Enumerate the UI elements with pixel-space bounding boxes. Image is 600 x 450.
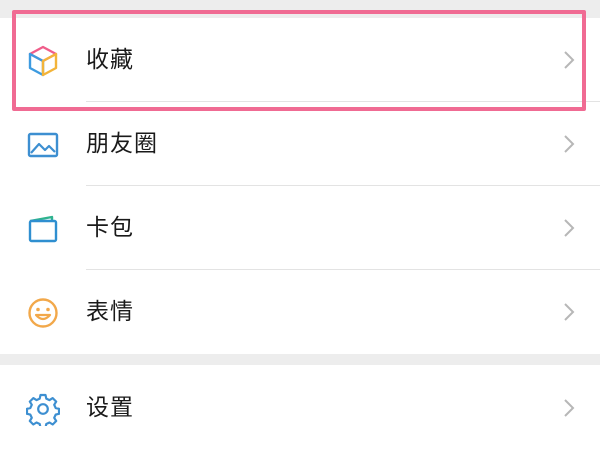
menu-item-moments[interactable]: 朋友圈: [0, 102, 600, 186]
top-gap: [0, 0, 600, 18]
menu-item-favorites-label: 收藏: [86, 47, 134, 73]
card-wallet-icon: [26, 212, 60, 246]
chevron-right-icon: [562, 50, 576, 70]
menu-item-moments-label: 朋友圈: [86, 131, 158, 157]
menu-item-card-wallet[interactable]: 卡包: [0, 186, 600, 270]
chevron-right-icon: [562, 398, 576, 418]
chevron-right-icon: [562, 302, 576, 322]
chevron-right-icon: [562, 218, 576, 238]
moments-image-icon: [26, 128, 60, 162]
menu-item-stickers-label: 表情: [86, 299, 134, 325]
menu-item-stickers[interactable]: 表情: [0, 270, 600, 354]
menu-item-settings-label: 设置: [86, 395, 134, 421]
menu-item-favorites[interactable]: 收藏: [0, 18, 600, 102]
menu-item-card-wallet-label: 卡包: [86, 215, 134, 241]
sticker-smiley-icon: [26, 296, 60, 330]
menu-item-settings[interactable]: 设置: [0, 366, 600, 450]
favorites-cube-icon: [26, 44, 60, 78]
settings-gear-icon: [26, 392, 60, 426]
chevron-right-icon: [562, 134, 576, 154]
